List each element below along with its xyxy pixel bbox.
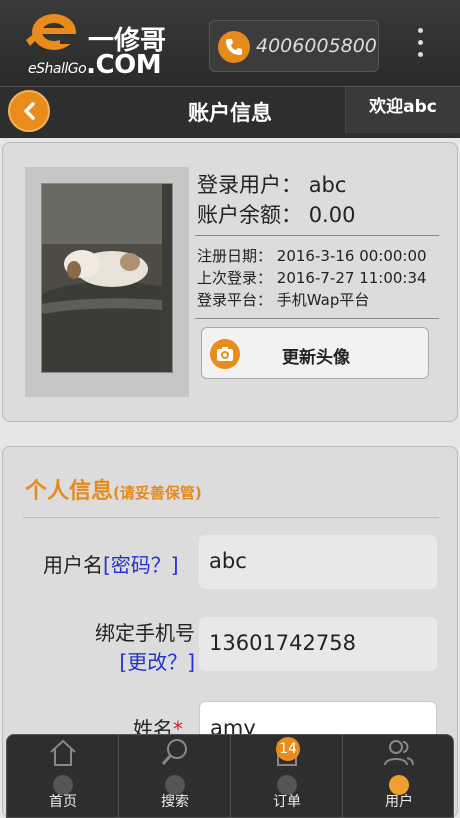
page-header: 账户信息 欢迎abc	[0, 86, 460, 138]
more-menu-icon[interactable]	[410, 28, 430, 64]
order-count-badge: 14	[276, 737, 300, 761]
hotline-number: 4006005800	[256, 35, 377, 57]
balance-row: 账户余额： 0.00	[197, 203, 356, 227]
nav-search[interactable]: 搜索	[119, 735, 231, 818]
login-user-row: 登录用户： abc	[197, 173, 347, 197]
nav-home[interactable]: 首页	[7, 735, 119, 818]
home-icon	[50, 739, 76, 766]
nav-user[interactable]: 用户	[343, 735, 455, 818]
phone-field: 13601742758	[199, 617, 437, 671]
bottom-nav: 首页 搜索 14 订单 用户	[6, 734, 454, 818]
nav-orders[interactable]: 14 订单	[231, 735, 343, 818]
username-label: 用户名[密码？]	[43, 553, 179, 577]
change-phone-link[interactable]: [更改？]	[79, 646, 195, 675]
password-link[interactable]: [密码？]	[103, 553, 179, 577]
section-subtitle: (请妥善保管)	[113, 484, 202, 502]
platform-row: 登录平台： 手机Wap平台	[197, 291, 370, 309]
avatar-frame	[25, 167, 189, 397]
balance-value: 0.00	[308, 203, 356, 227]
hotline-button[interactable]: 4006005800	[209, 20, 379, 72]
update-avatar-button[interactable]: 更新头像	[201, 327, 429, 379]
login-user-value: abc	[308, 173, 347, 197]
top-bar: 一修哥 eShallGo.COM 4006005800	[0, 0, 460, 86]
divider	[23, 517, 439, 518]
search-icon	[161, 739, 187, 765]
divider	[195, 235, 439, 236]
nav-user-label: 用户	[385, 794, 413, 810]
nav-home-label: 首页	[49, 794, 77, 810]
avatar[interactable]	[41, 183, 173, 373]
nav-search-label: 搜索	[161, 794, 189, 810]
update-avatar-label: 更新头像	[282, 348, 350, 368]
eshallgo-logo[interactable]: 一修哥 eShallGo.COM	[24, 10, 174, 80]
account-summary-card: 登录用户： abc 账户余额： 0.00 注册日期： 2016-3-16 00:…	[2, 142, 458, 422]
phone-label: 绑定手机号 [更改？]	[79, 617, 195, 675]
phone-icon	[218, 31, 250, 63]
nav-orders-label: 订单	[273, 794, 301, 810]
register-date-row: 注册日期： 2016-3-16 00:00:00	[197, 247, 427, 265]
user-icon	[384, 740, 414, 766]
welcome-user[interactable]: 欢迎abc	[345, 87, 460, 133]
last-login-row: 上次登录： 2016-7-27 11:00:34	[197, 269, 427, 287]
username-field: abc	[199, 535, 437, 589]
section-title: 个人信息(请妥善保管)	[25, 479, 202, 504]
logo-domain: eShallGo.COM	[28, 50, 162, 80]
divider	[195, 318, 439, 319]
